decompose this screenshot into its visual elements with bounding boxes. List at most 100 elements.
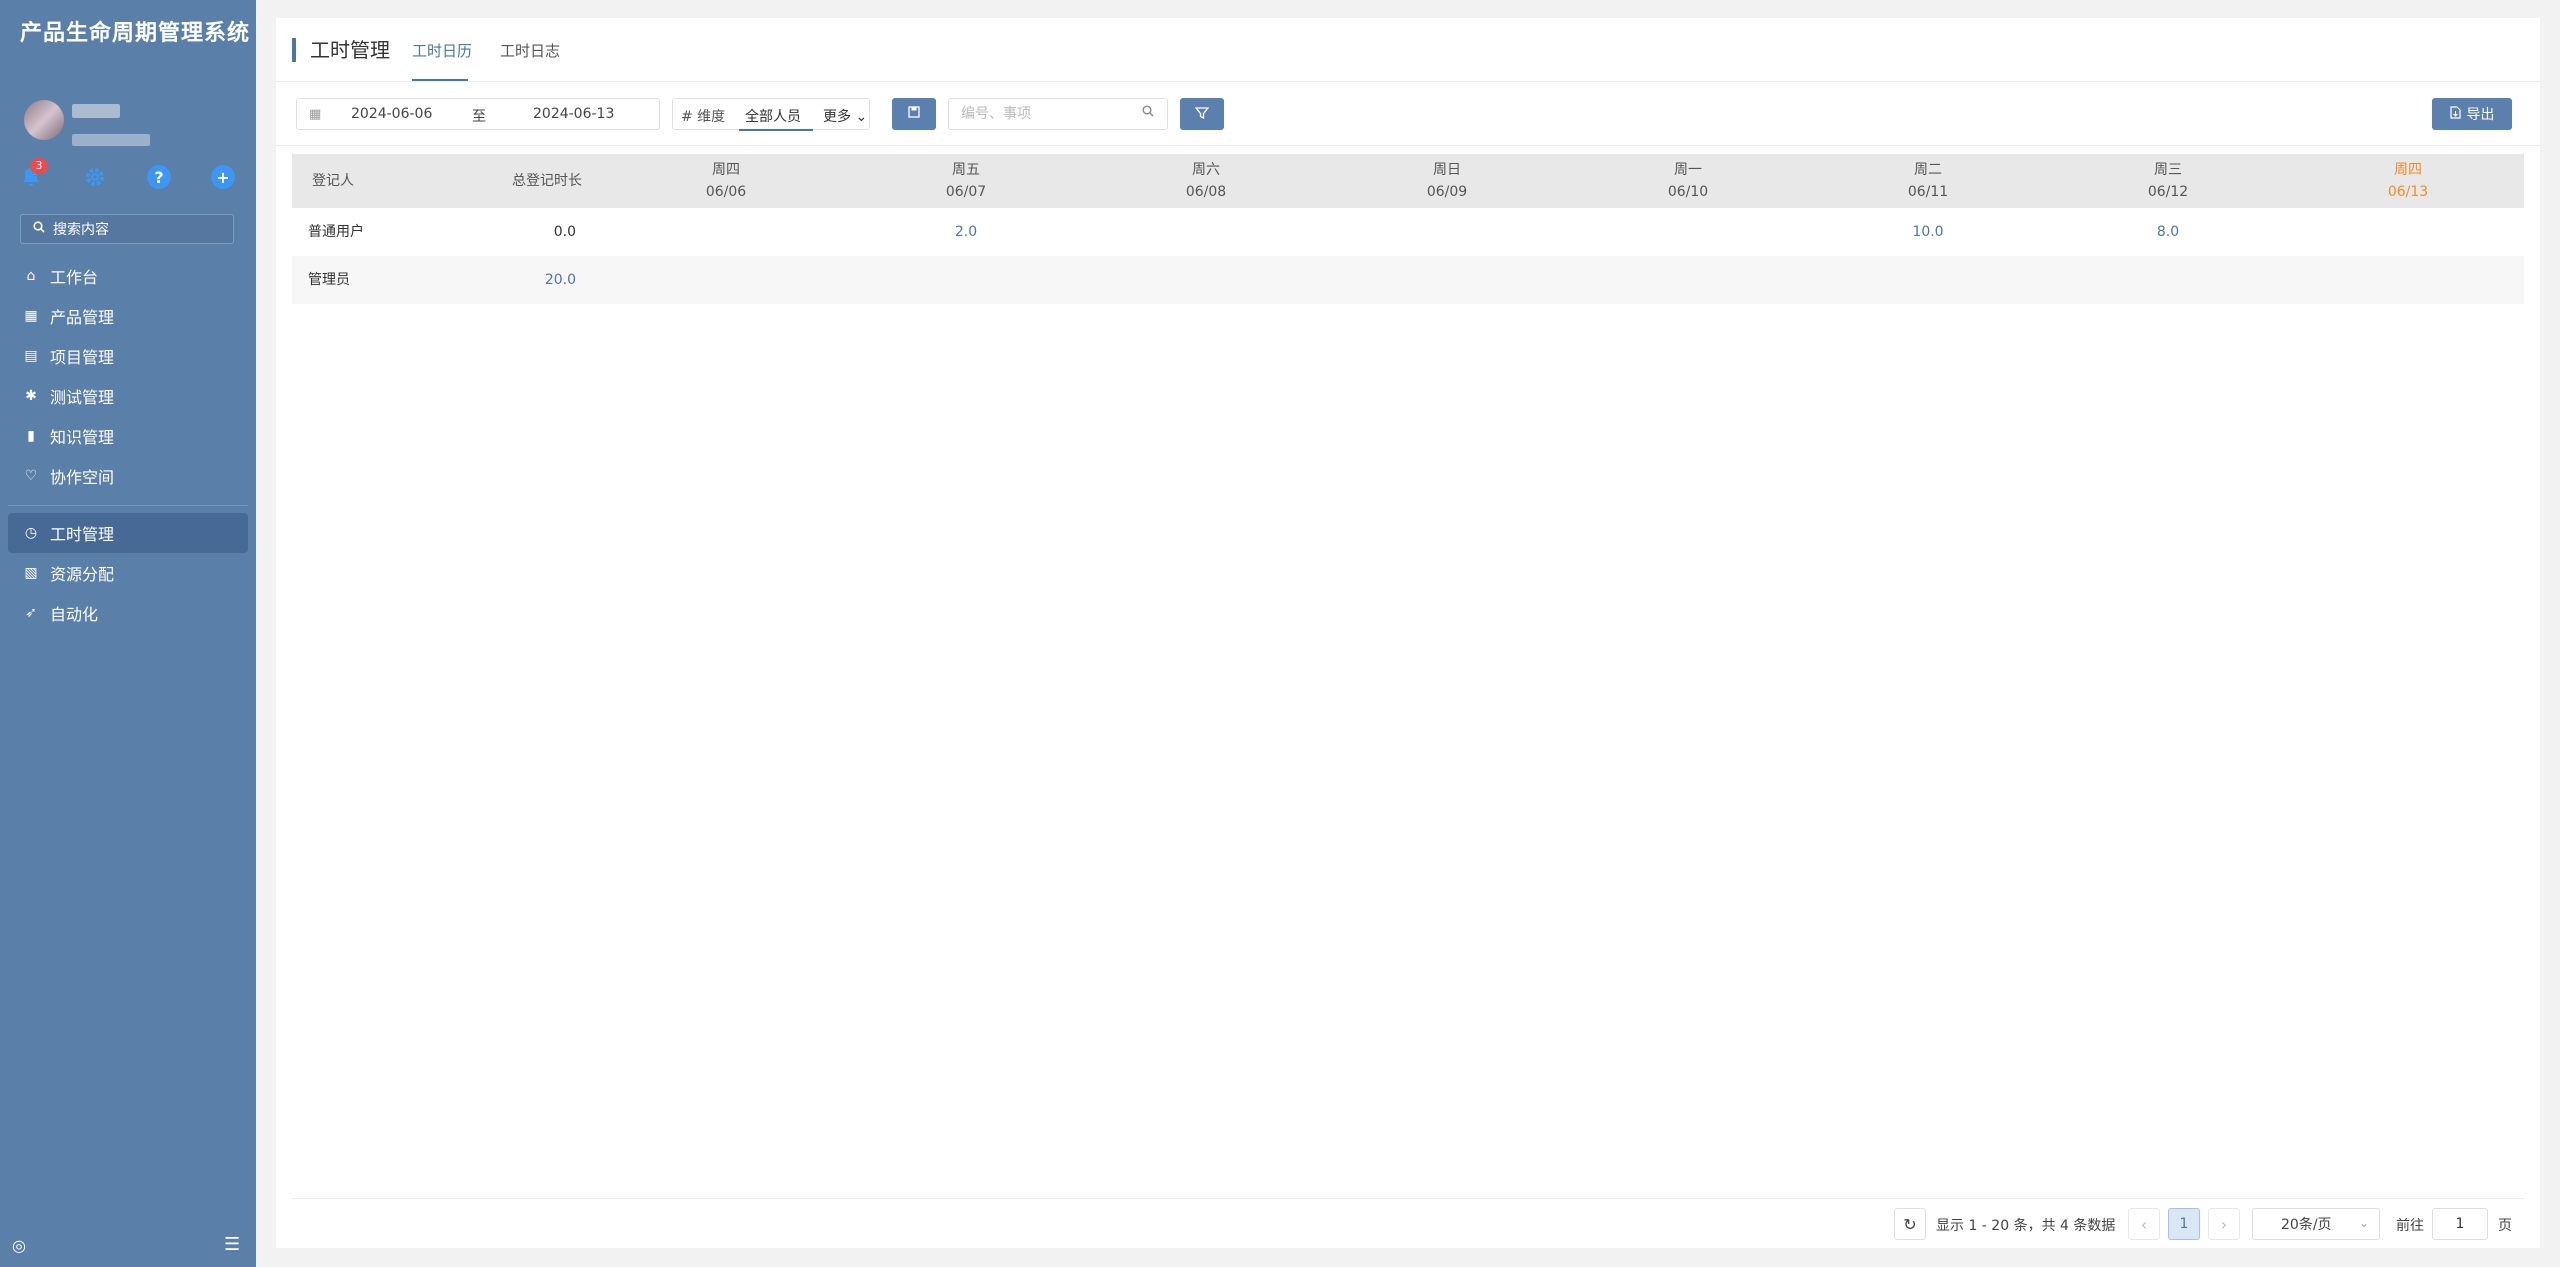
document-icon: ▤ (24, 348, 38, 364)
cell-hours[interactable] (1878, 256, 1978, 304)
dimension-active-indicator (739, 129, 813, 131)
dimension-label: # 维度 (681, 109, 726, 125)
cell-hours[interactable] (1638, 208, 1738, 256)
cell-person: 管理员 (308, 272, 350, 288)
nav-item-timesheet[interactable]: ◷ 工时管理 (8, 513, 248, 553)
help-icon[interactable]: ? (146, 164, 172, 190)
search-label: 搜索内容 (53, 222, 109, 238)
app-title: 产品生命周期管理系统 (20, 21, 251, 46)
resource-icon: ▧ (24, 565, 38, 581)
home-icon: ⌂ (26, 268, 36, 284)
cell-hours[interactable] (916, 256, 1016, 304)
goto-label: 前往 (2396, 1218, 2424, 1234)
cell-hours[interactable] (2358, 256, 2458, 304)
refresh-icon[interactable]: ↻ (1894, 1208, 1926, 1240)
dimension-more-dropdown[interactable]: 更多 ⌄ (823, 106, 867, 126)
gear-icon[interactable] (82, 164, 108, 190)
date-range-picker[interactable]: ▦ 2024-06-06 至 2024-06-13 (296, 98, 660, 130)
page-size-select[interactable]: 20条/页 ⌄ (2252, 1208, 2380, 1240)
column-header-day: 周日 06/09 (1426, 162, 1468, 200)
chevron-down-icon: ⌄ (2358, 1216, 2369, 1230)
column-header-day: 周三 06/12 (2147, 162, 2189, 200)
nav-item-test[interactable]: ✱ 测试管理 (8, 376, 248, 416)
cell-hours[interactable] (1397, 208, 1497, 256)
cell-total: 0.0 (553, 224, 576, 240)
toolbar: ▦ 2024-06-06 至 2024-06-13 # 维度 全部人员 更多 ⌄ (276, 82, 2540, 146)
chevron-down-icon: ⌄ (855, 109, 868, 125)
tab-timesheet-calendar[interactable]: 工时日历 (412, 40, 472, 61)
active-tab-indicator (412, 79, 468, 81)
bell-icon[interactable]: 3 (18, 158, 48, 190)
nav-item-workbench[interactable]: ⌂ 工作台 (8, 256, 248, 296)
user-info-redacted (72, 134, 150, 146)
column-header-day: 周五 06/07 (945, 162, 987, 200)
column-header-day: 周一 06/10 (1667, 162, 1709, 200)
date-separator: 至 (472, 109, 486, 125)
dimension-selector: # 维度 全部人员 更多 ⌄ (672, 98, 870, 131)
collapse-menu-icon[interactable]: ☰ (224, 1234, 240, 1255)
export-label: 导出 (2466, 107, 2495, 123)
tab-timesheet-log[interactable]: 工时日志 (500, 40, 560, 61)
export-button[interactable]: 导出 (2432, 98, 2512, 130)
date-start[interactable]: 2024-06-06 (351, 106, 432, 122)
goto-page-input[interactable] (2432, 1208, 2488, 1240)
sidebar: 产品生命周期管理系统 3 ? + 搜索内容 ⌂ 工作台 ▦ 产品管理 ▤ 项目管… (0, 0, 256, 1267)
prev-page-button[interactable]: ‹ (2128, 1208, 2160, 1240)
nav-item-project[interactable]: ▤ 项目管理 (8, 336, 248, 376)
cell-hours[interactable] (2118, 256, 2218, 304)
cell-person: 普通用户 (308, 224, 364, 240)
cell-hours[interactable] (1156, 208, 1256, 256)
avatar[interactable] (24, 100, 64, 140)
add-icon[interactable]: + (210, 164, 236, 190)
cell-hours[interactable] (676, 256, 776, 304)
rocket-icon: ➶ (25, 605, 37, 621)
cell-hours[interactable]: 8.0 (2118, 208, 2218, 256)
page-title: 工时管理 (292, 38, 390, 62)
nav-item-resource[interactable]: ▧ 资源分配 (8, 553, 248, 593)
cell-hours[interactable] (1156, 256, 1256, 304)
page-number-button[interactable]: 1 (2168, 1208, 2200, 1240)
nav-primary: ⌂ 工作台 ▦ 产品管理 ▤ 项目管理 ✱ 测试管理 ▮ 知识管理 ♡ 协作空间 (8, 256, 248, 496)
notification-badge: 3 (30, 158, 48, 174)
cell-hours[interactable] (2358, 208, 2458, 256)
cell-hours[interactable] (1397, 256, 1497, 304)
table-header: 登记人 总登记时长 周四 06/06 周五 06/07 周六 06/08 周日 06/0… (292, 154, 2524, 208)
main-panel: 工时管理 工时日历 工时日志 ▦ 2024-06-06 至 2024-06-13… (276, 18, 2540, 1248)
settings-circle-icon[interactable]: ◎ (12, 1236, 26, 1255)
page-suffix: 页 (2498, 1218, 2512, 1234)
save-view-button[interactable] (892, 98, 936, 130)
grid-icon: ▦ (24, 308, 38, 324)
user-name-redacted (72, 104, 120, 118)
cell-hours[interactable] (676, 208, 776, 256)
keyword-search-input[interactable] (948, 98, 1168, 130)
cell-hours[interactable] (1638, 256, 1738, 304)
search-icon[interactable] (1142, 105, 1154, 121)
column-header-day: 周六 06/08 (1185, 162, 1227, 200)
sidebar-search[interactable]: 搜索内容 (20, 214, 234, 244)
date-end[interactable]: 2024-06-13 (533, 106, 614, 122)
column-header-today: 周四 06/13 (2387, 162, 2429, 200)
cell-total[interactable]: 20.0 (492, 256, 576, 304)
quick-actions: 3 ? + (18, 158, 244, 192)
dimension-all-members[interactable]: 全部人员 (745, 106, 801, 126)
next-page-button[interactable]: › (2208, 1208, 2240, 1240)
nav-secondary: ◷ 工时管理 ▧ 资源分配 ➶ 自动化 (8, 513, 248, 633)
pagination: ↻ 显示 1 - 20 条，共 4 条数据 ‹ 1 › 20条/页 ⌄ 前往 页 (276, 1208, 2540, 1242)
nav-item-collaboration[interactable]: ♡ 协作空间 (8, 456, 248, 496)
nav-item-knowledge[interactable]: ▮ 知识管理 (8, 416, 248, 456)
column-header-day: 周四 06/06 (705, 162, 747, 200)
handshake-icon: ♡ (24, 468, 38, 484)
bug-icon: ✱ (25, 388, 37, 404)
column-header-person: 登记人 (312, 173, 354, 189)
filter-button[interactable] (1180, 98, 1224, 130)
cell-hours[interactable]: 2.0 (916, 208, 1016, 256)
table-row: 普通用户 0.0 2.0 10.0 8.0 (292, 208, 2524, 256)
pagination-info: 显示 1 - 20 条，共 4 条数据 (1936, 1218, 2116, 1234)
nav-item-automation[interactable]: ➶ 自动化 (8, 593, 248, 633)
cell-hours[interactable]: 10.0 (1878, 208, 1978, 256)
nav-item-product[interactable]: ▦ 产品管理 (8, 296, 248, 336)
table-row: 管理员 20.0 (292, 256, 2524, 304)
export-icon (2449, 105, 2461, 123)
timesheet-table: 登记人 总登记时长 周四 06/06 周五 06/07 周六 06/08 周日 06/0… (292, 154, 2524, 304)
save-icon (908, 106, 920, 122)
